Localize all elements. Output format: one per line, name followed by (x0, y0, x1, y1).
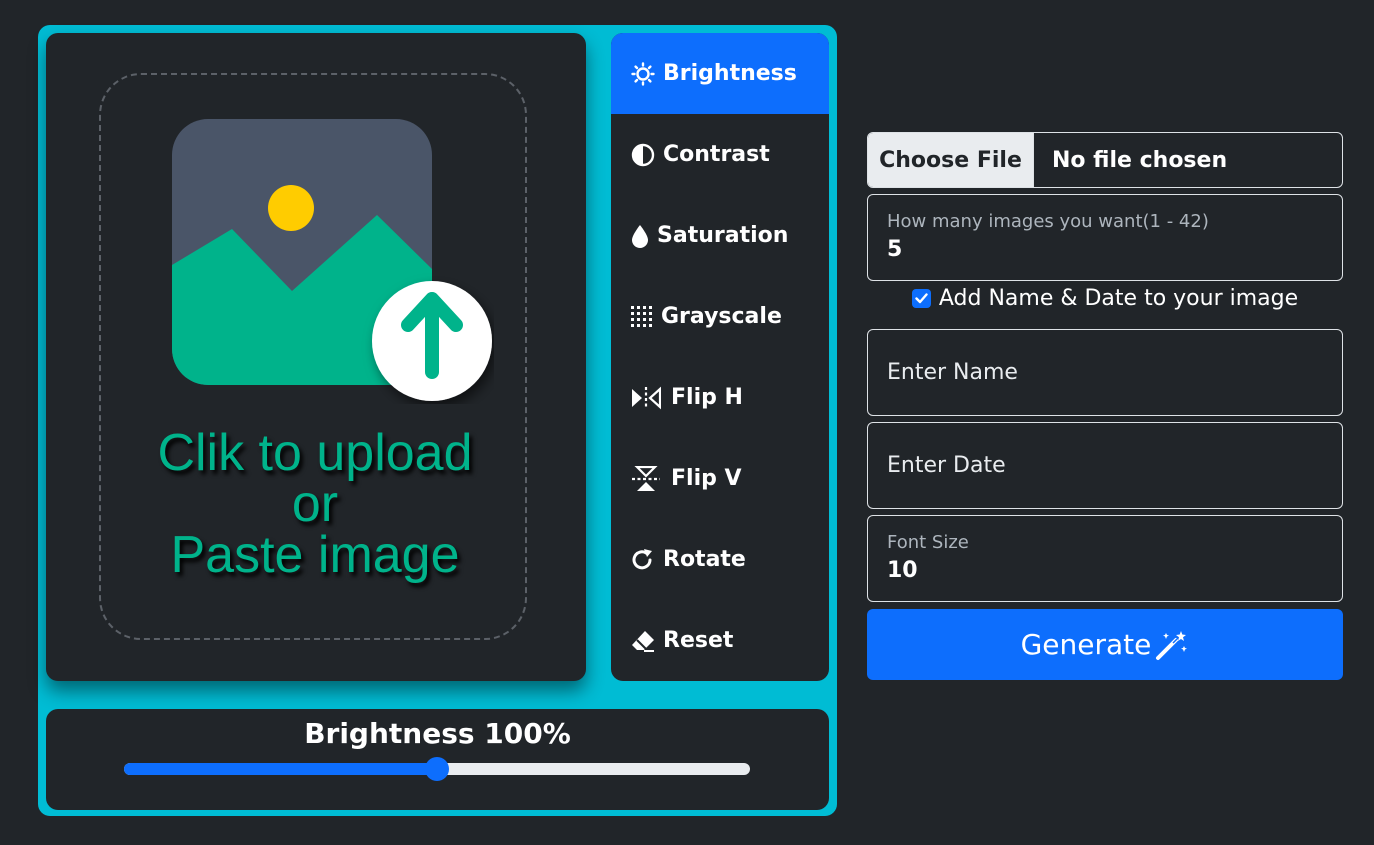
tool-contrast[interactable]: Contrast (611, 114, 829, 195)
tool-label: Reset (663, 628, 734, 653)
tool-grayscale[interactable]: Grayscale (611, 276, 829, 357)
rotate-icon (631, 548, 657, 572)
flip-horizontal-icon (631, 386, 665, 410)
tool-menu: Brightness Contrast Saturation Grayscale… (611, 33, 829, 681)
image-count-label: How many images you want(1 - 42) (887, 211, 1209, 232)
image-count-value[interactable]: 5 (887, 237, 902, 262)
magic-wand-icon (1155, 629, 1189, 661)
tool-saturation[interactable]: Saturation (611, 195, 829, 276)
slider-fill (124, 763, 437, 775)
flip-vertical-icon (631, 465, 665, 492)
choose-file-button[interactable]: Choose File (868, 133, 1034, 187)
slider-panel: Brightness 100% (46, 709, 829, 810)
tool-rotate[interactable]: Rotate (611, 519, 829, 600)
image-count-field[interactable]: How many images you want(1 - 42) 5 (867, 194, 1343, 281)
tool-label: Flip V (671, 466, 742, 491)
name-date-checkbox[interactable] (911, 289, 931, 308)
tool-reset[interactable]: Reset (611, 600, 829, 681)
name-placeholder: Enter Name (887, 360, 1018, 385)
tool-brightness[interactable]: Brightness (611, 33, 829, 114)
generate-button[interactable]: Generate (867, 609, 1343, 680)
upload-text-line2: or (291, 475, 339, 533)
file-input[interactable]: Choose File No file chosen (867, 132, 1343, 188)
tool-flip-h[interactable]: Flip H (611, 357, 829, 438)
tool-label: Rotate (663, 547, 746, 572)
slider-label: Brightness 100% (304, 717, 571, 750)
tool-label: Saturation (657, 223, 789, 248)
tool-label: Flip H (671, 385, 743, 410)
brightness-slider[interactable] (124, 757, 750, 781)
tool-label: Brightness (663, 61, 797, 86)
font-size-value[interactable]: 10 (887, 558, 918, 583)
checkbox-label: Add Name & Date to your image (938, 286, 1299, 311)
file-status: No file chosen (1052, 147, 1228, 173)
font-size-field[interactable]: Font Size 10 (867, 515, 1343, 602)
sun-icon (631, 61, 657, 86)
tool-flip-v[interactable]: Flip V (611, 438, 829, 519)
date-field[interactable]: Enter Date (867, 422, 1343, 509)
contrast-icon (631, 143, 657, 167)
grid-icon (631, 305, 655, 328)
upload-instructions[interactable]: Clik to upload or Paste image (100, 424, 530, 584)
eraser-icon (631, 630, 657, 652)
slider-thumb[interactable] (425, 757, 449, 781)
date-placeholder: Enter Date (887, 453, 1006, 478)
image-upload-icon[interactable] (172, 119, 494, 404)
generate-label: Generate (1020, 628, 1152, 661)
tool-label: Grayscale (661, 304, 782, 329)
droplet-icon (631, 224, 651, 248)
upload-text-line3: Paste image (170, 526, 460, 584)
upload-text-line1: Clik to upload (157, 424, 473, 482)
font-size-label: Font Size (887, 532, 969, 553)
name-date-option[interactable]: Add Name & Date to your image (867, 286, 1343, 311)
tool-label: Contrast (663, 142, 770, 167)
name-field[interactable]: Enter Name (867, 329, 1343, 416)
